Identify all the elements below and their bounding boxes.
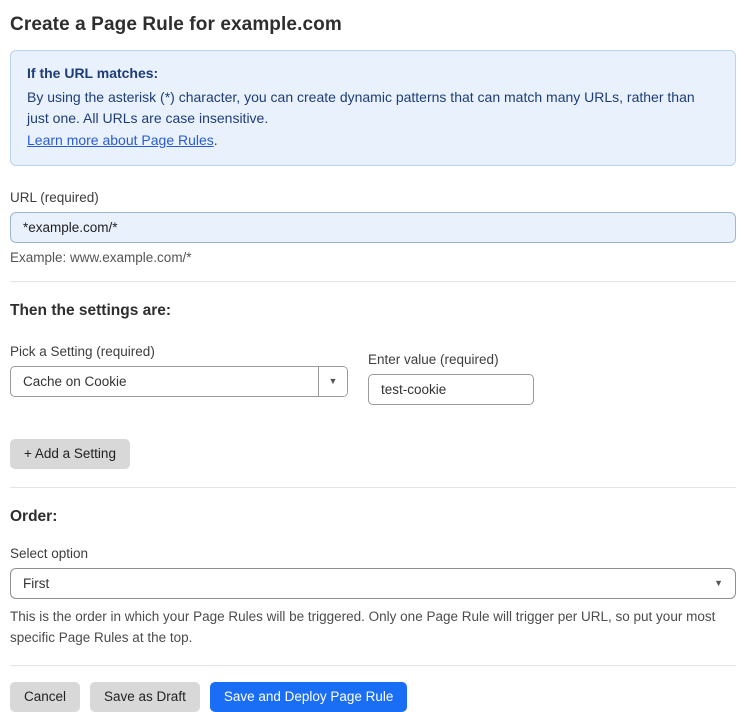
add-setting-button[interactable]: + Add a Setting: [10, 438, 130, 469]
info-box-body: By using the asterisk (*) character, you…: [27, 88, 695, 127]
learn-more-link[interactable]: Learn more about Page Rules: [27, 132, 214, 148]
url-example-text: Example: www.example.com/*: [10, 249, 192, 265]
page-title: Create a Page Rule for example.com: [10, 14, 342, 35]
divider: [10, 280, 736, 282]
order-help-text: This is the order in which your Page Rul…: [10, 608, 716, 645]
save-as-draft-button[interactable]: Save as Draft: [90, 681, 200, 712]
info-link-suffix: .: [213, 132, 218, 149]
order-select-label: Select option: [10, 545, 89, 561]
dropdown-arrow-icon: ▼: [328, 376, 338, 387]
order-select-value: First: [23, 575, 50, 591]
add-setting-wrap: + Add a Setting: [10, 438, 736, 469]
chevron-down-icon: ▼: [714, 578, 723, 589]
info-box-link-line: Learn more about Page Rules.: [27, 130, 719, 152]
cancel-button[interactable]: Cancel: [10, 681, 81, 712]
setting-select-value: Cache on Cookie: [23, 373, 127, 389]
page-rule-form: Create a Page Rule for example.com If th…: [0, 0, 750, 712]
order-section-heading: Order:: [10, 507, 58, 525]
order-select[interactable]: First ▼: [10, 567, 736, 599]
info-box-heading: If the URL matches:: [27, 65, 159, 81]
url-match-info-box: If the URL matches: By using the asteris…: [10, 50, 736, 166]
value-column: Enter value (required): [368, 352, 534, 405]
divider: [10, 664, 736, 666]
save-and-deploy-button[interactable]: Save and Deploy Page Rule: [209, 681, 408, 712]
footer-buttons: Cancel Save as Draft Save and Deploy Pag…: [10, 681, 736, 712]
settings-row: Pick a Setting (required) Cache on Cooki…: [10, 344, 736, 405]
divider: [10, 486, 736, 488]
url-input[interactable]: [10, 211, 736, 243]
setting-column: Pick a Setting (required) Cache on Cooki…: [10, 344, 348, 397]
setting-select-arrow-button[interactable]: ▼: [318, 366, 347, 396]
setting-value-input[interactable]: [368, 373, 534, 405]
settings-section-heading: Then the settings are:: [10, 301, 172, 319]
setting-select[interactable]: Cache on Cookie ▼: [10, 365, 348, 397]
value-input-label: Enter value (required): [368, 351, 499, 367]
url-field-label: URL (required): [10, 189, 99, 205]
setting-select-label: Pick a Setting (required): [10, 343, 155, 359]
